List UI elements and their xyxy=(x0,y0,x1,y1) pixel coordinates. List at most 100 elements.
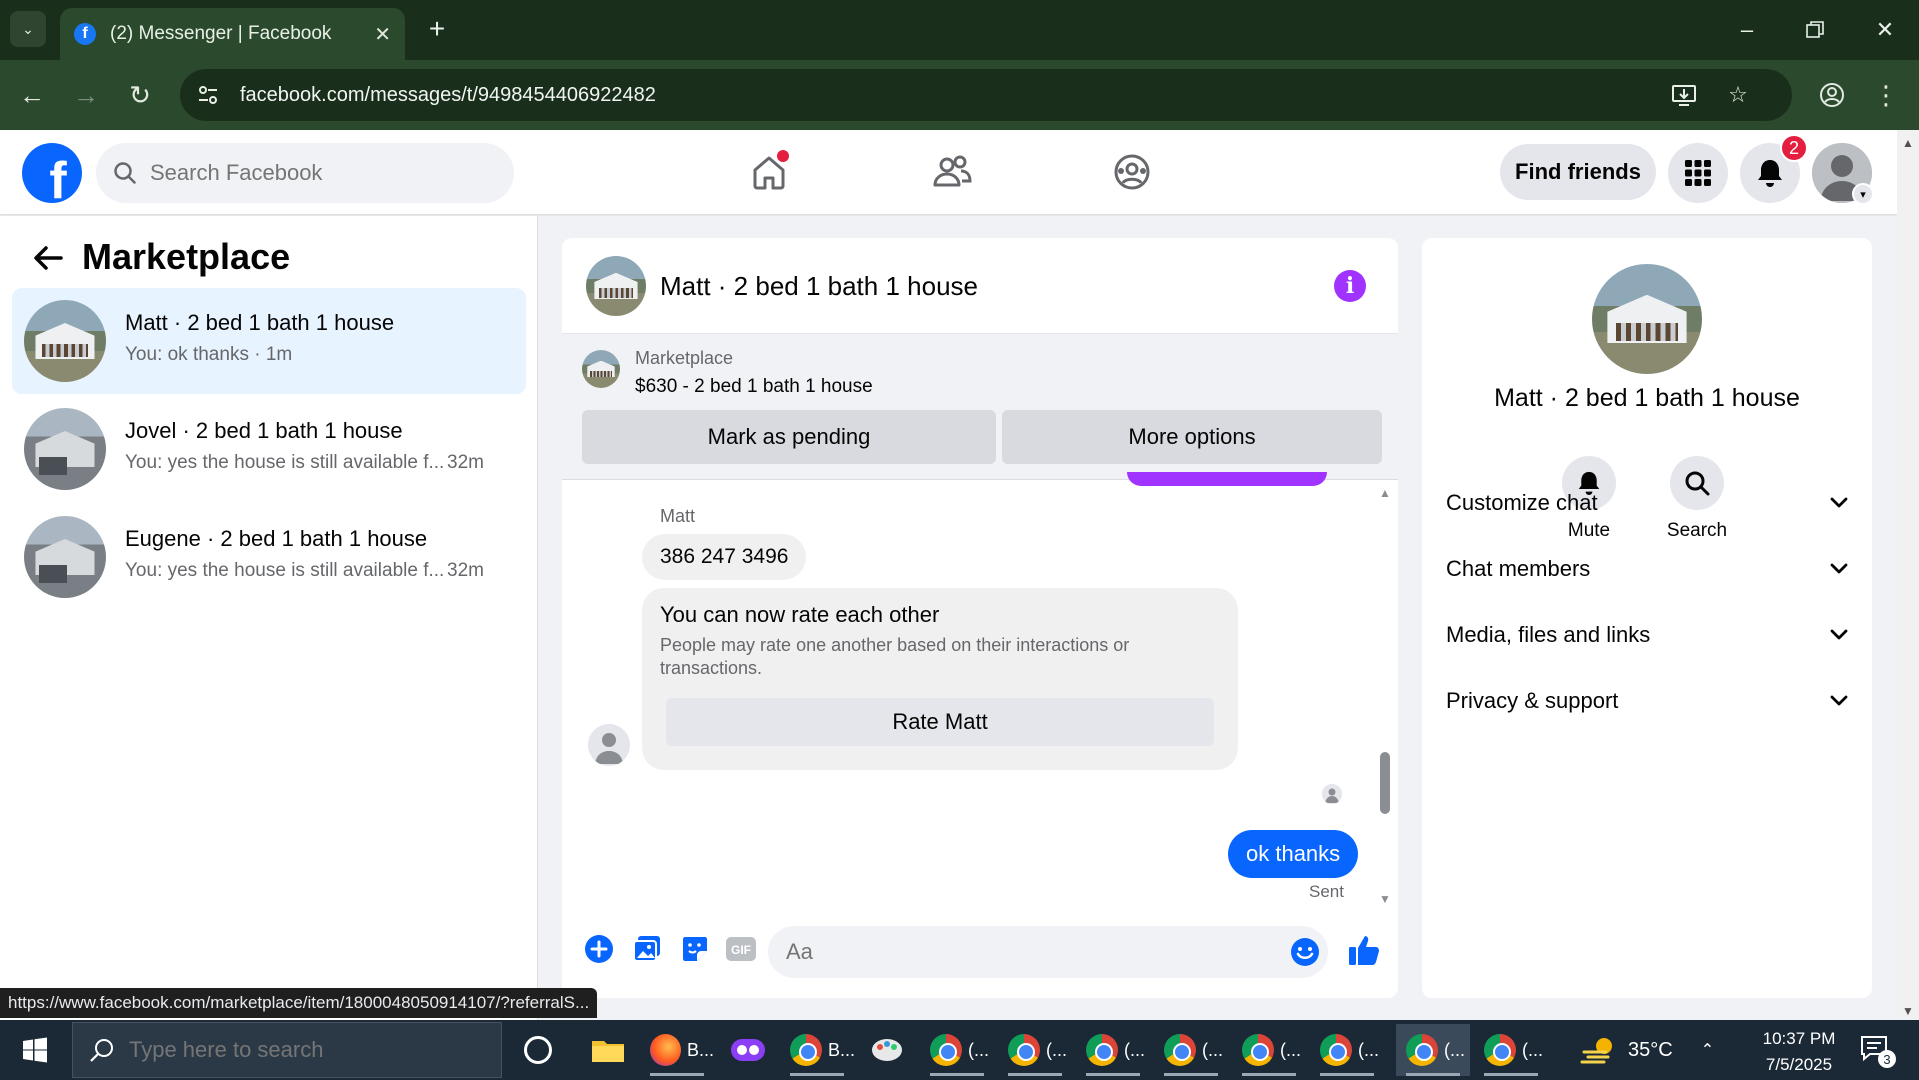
listing-avatar[interactable] xyxy=(1592,264,1702,374)
tab-title: (2) Messenger | Facebook xyxy=(110,23,332,44)
previous-sent-message-bubble xyxy=(1127,472,1327,486)
facebook-search-input[interactable] xyxy=(150,160,490,186)
media-files-links-section[interactable]: Media, files and links xyxy=(1446,610,1848,660)
home-nav-button[interactable] xyxy=(745,148,793,196)
listing-title[interactable]: $630 - 2 bed 1 bath 1 house xyxy=(635,376,873,398)
gallery-icon[interactable] xyxy=(630,932,664,966)
chrome-taskbar-button-1[interactable]: B... xyxy=(780,1024,855,1076)
browser-tab-messenger[interactable]: f (2) Messenger | Facebook ✕ xyxy=(60,8,405,60)
search-icon xyxy=(90,1039,113,1062)
minimize-window-button[interactable]: – xyxy=(1724,10,1770,50)
chrome-taskbar-button-2[interactable]: (... xyxy=(920,1024,994,1076)
facebook-favicon-icon: f xyxy=(74,23,96,45)
page-scrollbar[interactable]: ▲ ▼ xyxy=(1897,130,1919,1020)
groups-nav-button[interactable] xyxy=(1108,148,1156,196)
weather-sun-icon[interactable] xyxy=(1580,1034,1620,1066)
firefox-icon xyxy=(650,1034,681,1066)
listing-thumbnail xyxy=(24,516,106,598)
new-tab-button[interactable]: + xyxy=(420,12,454,46)
rate-matt-button[interactable]: Rate Matt xyxy=(666,698,1214,746)
notification-center-button[interactable]: 3 xyxy=(1860,1034,1896,1068)
tab-close-icon[interactable]: ✕ xyxy=(374,22,391,47)
task-view-icon[interactable] xyxy=(524,1036,552,1064)
chrome-taskbar-button-3[interactable]: (... xyxy=(998,1024,1072,1076)
firefox-taskbar-button[interactable]: B... xyxy=(640,1024,714,1076)
search-icon xyxy=(114,162,136,184)
chrome-taskbar-button-active[interactable]: (... xyxy=(1396,1024,1470,1076)
chrome-icon xyxy=(1320,1034,1352,1066)
chrome-icon xyxy=(1484,1034,1516,1066)
scroll-up-arrow-icon[interactable]: ▲ xyxy=(1897,136,1919,150)
taskbar-search-input[interactable] xyxy=(129,1037,469,1063)
customize-chat-section[interactable]: Customize chat xyxy=(1446,478,1848,528)
bookmark-star-icon[interactable]: ☆ xyxy=(1720,77,1756,113)
paint-palette-icon xyxy=(872,1039,902,1061)
notification-count-badge: 2 xyxy=(1780,134,1808,162)
forward-arrow-icon[interactable]: → xyxy=(66,75,106,115)
chevron-down-icon xyxy=(1830,695,1848,706)
chat-listing-thumbnail[interactable] xyxy=(586,256,646,316)
emoji-icon[interactable] xyxy=(1290,937,1320,967)
message-scrollbar-thumb[interactable] xyxy=(1380,752,1390,814)
sender-avatar[interactable] xyxy=(588,724,630,766)
received-message-bubble[interactable]: 386 247 3496 xyxy=(642,534,807,580)
chevron-down-icon[interactable]: ▾ xyxy=(1852,183,1874,205)
more-options-button[interactable]: More options xyxy=(1002,410,1382,464)
scroll-down-arrow-icon[interactable]: ▼ xyxy=(1378,892,1392,906)
menu-grid-icon xyxy=(1685,160,1711,186)
conversation-item-matt[interactable]: Matt · 2 bed 1 bath 1 house You: ok than… xyxy=(12,288,526,394)
browser-menu-icon[interactable]: ⋮ xyxy=(1866,75,1906,115)
gif-icon[interactable]: GIF xyxy=(724,932,758,966)
conversation-time: 32m xyxy=(447,560,484,581)
url-text[interactable]: facebook.com/messages/t/9498454406922482 xyxy=(240,84,656,107)
close-window-button[interactable]: ✕ xyxy=(1862,10,1908,50)
install-app-icon[interactable] xyxy=(1666,77,1702,113)
running-indicator xyxy=(1406,1073,1460,1076)
browser-tab-strip: ⌄ f (2) Messenger | Facebook ✕ + – ✕ xyxy=(0,0,1919,60)
sent-message-bubble[interactable]: ok thanks xyxy=(1228,830,1359,878)
chat-title[interactable]: Matt · 2 bed 1 bath 1 house xyxy=(660,271,978,302)
privacy-support-section[interactable]: Privacy & support xyxy=(1446,676,1848,726)
browser-toolbar: ← → ↻ facebook.com/messages/t/9498454406… xyxy=(0,60,1919,130)
address-bar[interactable]: facebook.com/messages/t/9498454406922482… xyxy=(180,69,1792,121)
conversation-item-eugene[interactable]: Eugene · 2 bed 1 bath 1 house You: yes t… xyxy=(12,504,526,610)
message-input[interactable] xyxy=(768,926,1328,978)
back-arrow-icon[interactable]: ← xyxy=(12,75,52,115)
chat-members-section[interactable]: Chat members xyxy=(1446,544,1848,594)
windows-start-button[interactable] xyxy=(12,1030,58,1070)
chevron-up-icon[interactable]: ⌃ xyxy=(1701,1040,1714,1060)
sticker-icon[interactable] xyxy=(678,932,712,966)
scroll-down-arrow-icon[interactable]: ▼ xyxy=(1897,1004,1919,1018)
menu-grid-button[interactable] xyxy=(1668,143,1728,203)
chrome-taskbar-button-8[interactable]: (... xyxy=(1474,1024,1548,1076)
taskbar-clock[interactable]: 10:37 PM 7/5/2025 xyxy=(1744,1026,1854,1077)
thumbs-up-icon[interactable] xyxy=(1347,932,1383,968)
chrome-taskbar-button-4[interactable]: (... xyxy=(1076,1024,1150,1076)
profile-icon[interactable] xyxy=(1812,75,1852,115)
facebook-logo[interactable]: f xyxy=(22,143,82,203)
weather-temperature[interactable]: 35°C xyxy=(1628,1039,1673,1062)
panel-title: Marketplace xyxy=(82,236,291,277)
taskbar-search-box[interactable] xyxy=(72,1022,502,1078)
reload-icon[interactable]: ↻ xyxy=(120,75,160,115)
chrome-taskbar-button-7[interactable]: (... xyxy=(1310,1024,1384,1076)
find-friends-button[interactable]: Find friends xyxy=(1500,144,1656,200)
running-indicator xyxy=(1086,1073,1140,1076)
listing-thumbnail[interactable] xyxy=(582,350,620,388)
facebook-search-box[interactable] xyxy=(96,143,514,203)
chrome-taskbar-button-6[interactable]: (... xyxy=(1232,1024,1306,1076)
plus-circle-icon[interactable] xyxy=(582,932,616,966)
info-icon[interactable]: i xyxy=(1334,270,1366,302)
back-arrow-icon[interactable] xyxy=(28,238,68,278)
notification-center-count: 3 xyxy=(1878,1050,1896,1068)
chrome-taskbar-button-5[interactable]: (... xyxy=(1154,1024,1228,1076)
section-label: Privacy & support xyxy=(1446,688,1619,713)
listing-thumbnail xyxy=(24,408,106,490)
scroll-up-arrow-icon[interactable]: ▲ xyxy=(1378,486,1392,500)
tab-search-menu-button[interactable]: ⌄ xyxy=(10,11,46,47)
conversation-item-jovel[interactable]: Jovel · 2 bed 1 bath 1 house You: yes th… xyxy=(12,396,526,502)
friends-nav-button[interactable] xyxy=(928,148,976,196)
restore-window-button[interactable] xyxy=(1792,10,1838,50)
site-info-icon[interactable] xyxy=(186,73,230,117)
mark-as-pending-button[interactable]: Mark as pending xyxy=(582,410,996,464)
